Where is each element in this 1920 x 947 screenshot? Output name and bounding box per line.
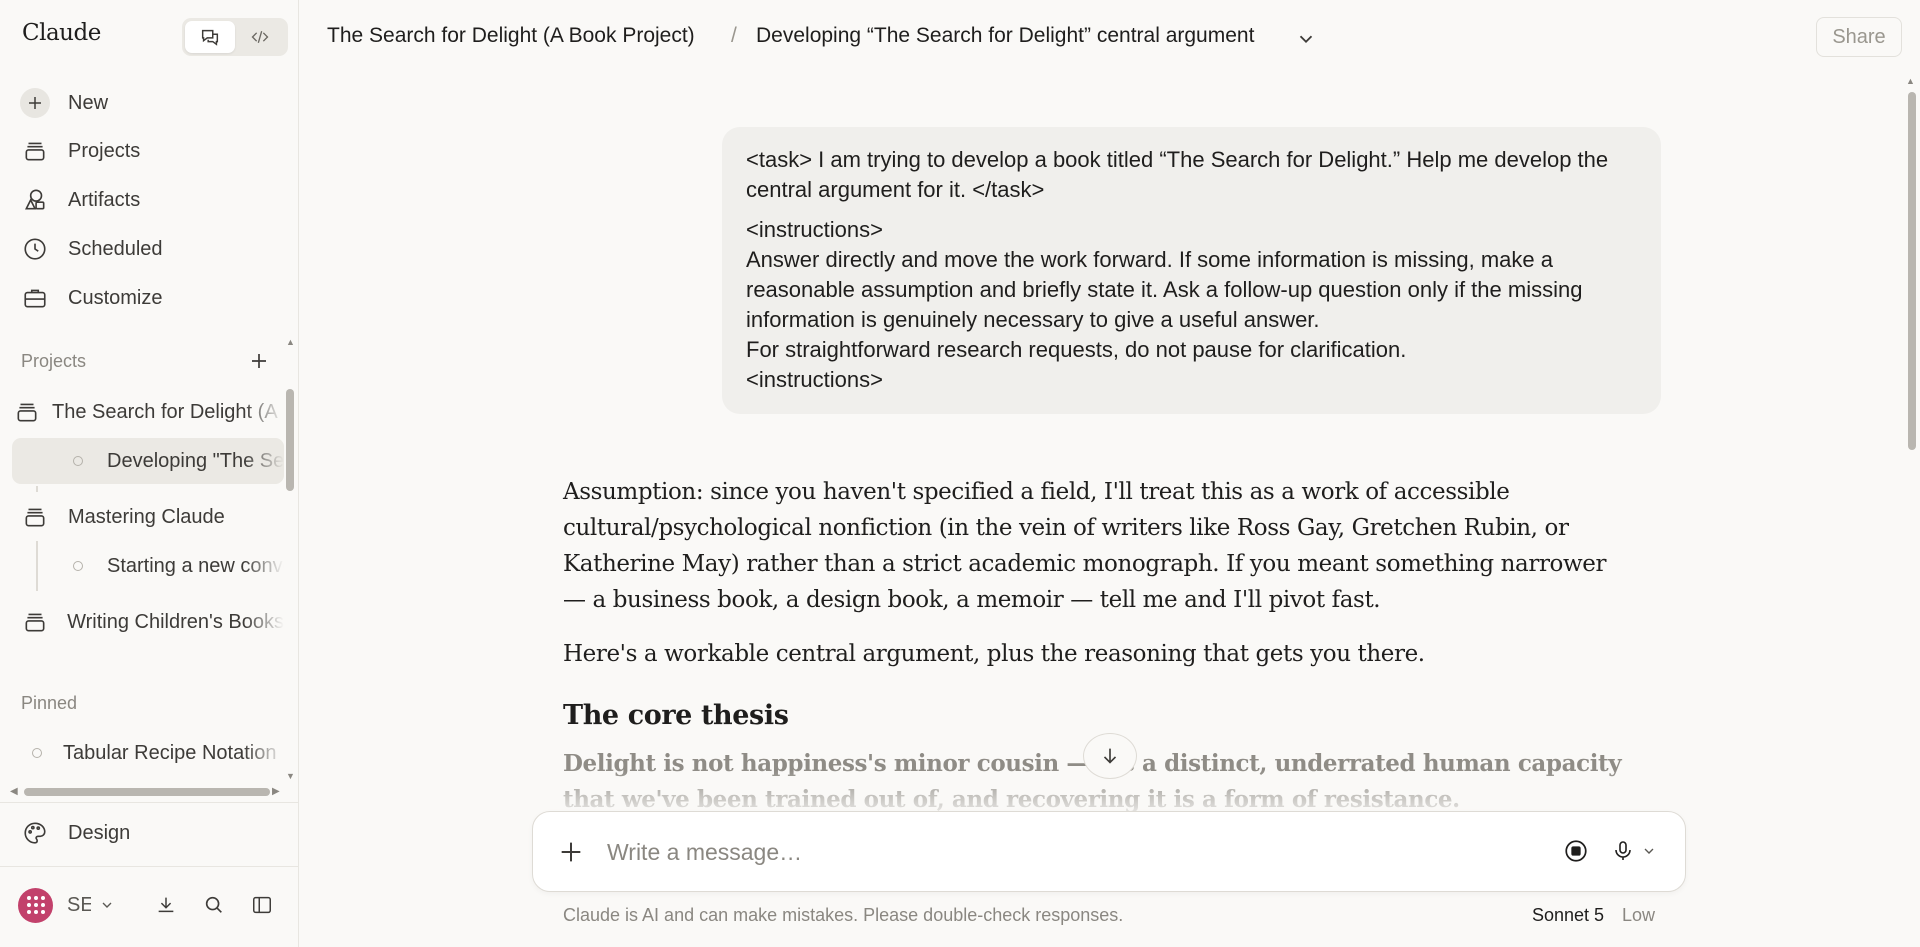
breadcrumb-project[interactable]: The Search for Delight (A Book Project) [327,24,695,48]
sidebar-header: Claude [22,18,288,56]
scroll-right-arrow[interactable]: ▶ [272,786,280,797]
sidebar-item-new[interactable]: New [14,82,284,124]
shapes-icon [14,179,56,221]
stack-icon [14,601,55,643]
pinned-section-label: Pinned [21,693,78,713]
sidebar-chat-item[interactable]: Starting a new conversation [12,543,284,589]
effort-selector[interactable]: Low [1622,905,1655,926]
sidebar-item-scheduled[interactable]: Scheduled [14,228,284,270]
user-message-instructions-open: <instructions> [746,217,883,242]
code-mode-button[interactable] [235,21,285,53]
scroll-up-arrow[interactable]: ▲ [286,337,295,347]
sidebar-project-item[interactable]: Writing Children's Books [12,599,284,645]
sidebar-item-label: Projects [68,139,141,162]
mode-switch [182,18,288,56]
user-footer: SE [18,885,288,925]
scroll-left-arrow[interactable]: ◀ [10,786,18,797]
sidebar-item-label: Scheduled [68,237,163,260]
user-initials[interactable]: SE [67,894,91,917]
scroll-to-bottom-button[interactable] [1083,733,1137,779]
download-icon[interactable] [152,891,180,919]
arrow-down-icon [1103,748,1117,764]
sidebar-item-design[interactable]: Design [14,812,284,854]
breadcrumb-chat-title[interactable]: Developing “The Search for Delight” cent… [756,24,1254,48]
stack-icon [14,130,56,172]
add-project-icon[interactable] [247,349,271,373]
projects-section-label: Projects [21,351,87,371]
plus-icon [14,82,56,124]
briefcase-icon [14,277,56,319]
message-composer [532,811,1686,892]
sidebar-horizontal-scrollbar[interactable]: ◀ ▶ [10,786,282,798]
message-input[interactable] [607,834,1507,870]
sidebar-scrollbar[interactable] [286,389,294,491]
palette-icon [14,812,56,854]
assistant-intro: Here's a workable central argument, plus… [563,641,1425,667]
dot-icon [73,456,83,466]
avatar[interactable] [18,887,53,923]
scroll-down-arrow[interactable]: ▼ [286,771,295,781]
horizontal-scroll-thumb[interactable] [24,788,270,796]
sidebar-item-artifacts[interactable]: Artifacts [14,179,284,221]
chat-bubbles-icon [201,29,219,46]
stop-icon[interactable] [1561,836,1591,866]
sidebar: Claude New Projects Artifacts Scheduled … [0,0,299,947]
share-button[interactable]: Share [1816,17,1902,57]
user-message: <task> I am trying to develop a book tit… [722,127,1661,414]
stack-icon [14,496,56,538]
chevron-down-icon[interactable] [1634,836,1664,866]
user-message-instructions-body: Answer directly and move the work forwar… [746,247,1583,332]
sidebar-toggle-icon[interactable] [248,891,276,919]
sidebar-item-label: Design [68,821,131,844]
sidebar-item-label: Artifacts [68,188,141,211]
sidebar-project-label: Mastering Claude [68,505,225,528]
dot-icon [73,561,83,571]
user-message-instructions-research: For straightforward research requests, d… [746,337,1407,362]
assistant-heading: The core thesis [563,700,789,731]
disclaimer: Claude is AI and can make mistakes. Plea… [563,905,1124,925]
chevron-down-icon[interactable] [99,897,115,913]
sidebar-chat-item-active[interactable]: Developing "The Search for Delight" cent… [12,438,284,484]
plus-icon[interactable] [557,838,585,866]
search-icon[interactable] [200,891,228,919]
stack-icon [14,391,40,433]
sidebar-pinned-item[interactable]: Tabular Recipe Notation [12,730,284,776]
breadcrumb-separator: / [731,24,737,47]
chevron-down-icon[interactable] [1295,28,1317,50]
sidebar-project-item[interactable]: The Search for Delight (A Book Project) [12,389,284,435]
user-message-instructions-close: <instructions> [746,367,883,392]
main-scrollbar[interactable] [1908,92,1916,450]
sidebar-item-projects[interactable]: Projects [14,130,284,172]
model-selector[interactable]: Sonnet 5 [1532,905,1604,926]
user-message-task: <task> I am trying to develop a book tit… [746,147,1609,202]
code-icon [251,30,269,44]
sidebar-item-label: New [68,91,109,114]
sidebar-item-customize[interactable]: Customize [14,277,284,319]
chat-mode-button[interactable] [185,21,235,53]
sidebar-item-label: Customize [68,286,163,309]
sidebar-project-item[interactable]: Mastering Claude [12,494,284,540]
clock-icon [14,228,56,270]
assistant-assumption: Assumption: since you haven't specified … [563,479,1607,613]
dot-icon [32,748,42,758]
brand-logo[interactable]: Claude [22,20,101,46]
scroll-up-arrow[interactable]: ▲ [1906,76,1915,86]
top-bar: The Search for Delight (A Book Project) … [300,0,1920,76]
